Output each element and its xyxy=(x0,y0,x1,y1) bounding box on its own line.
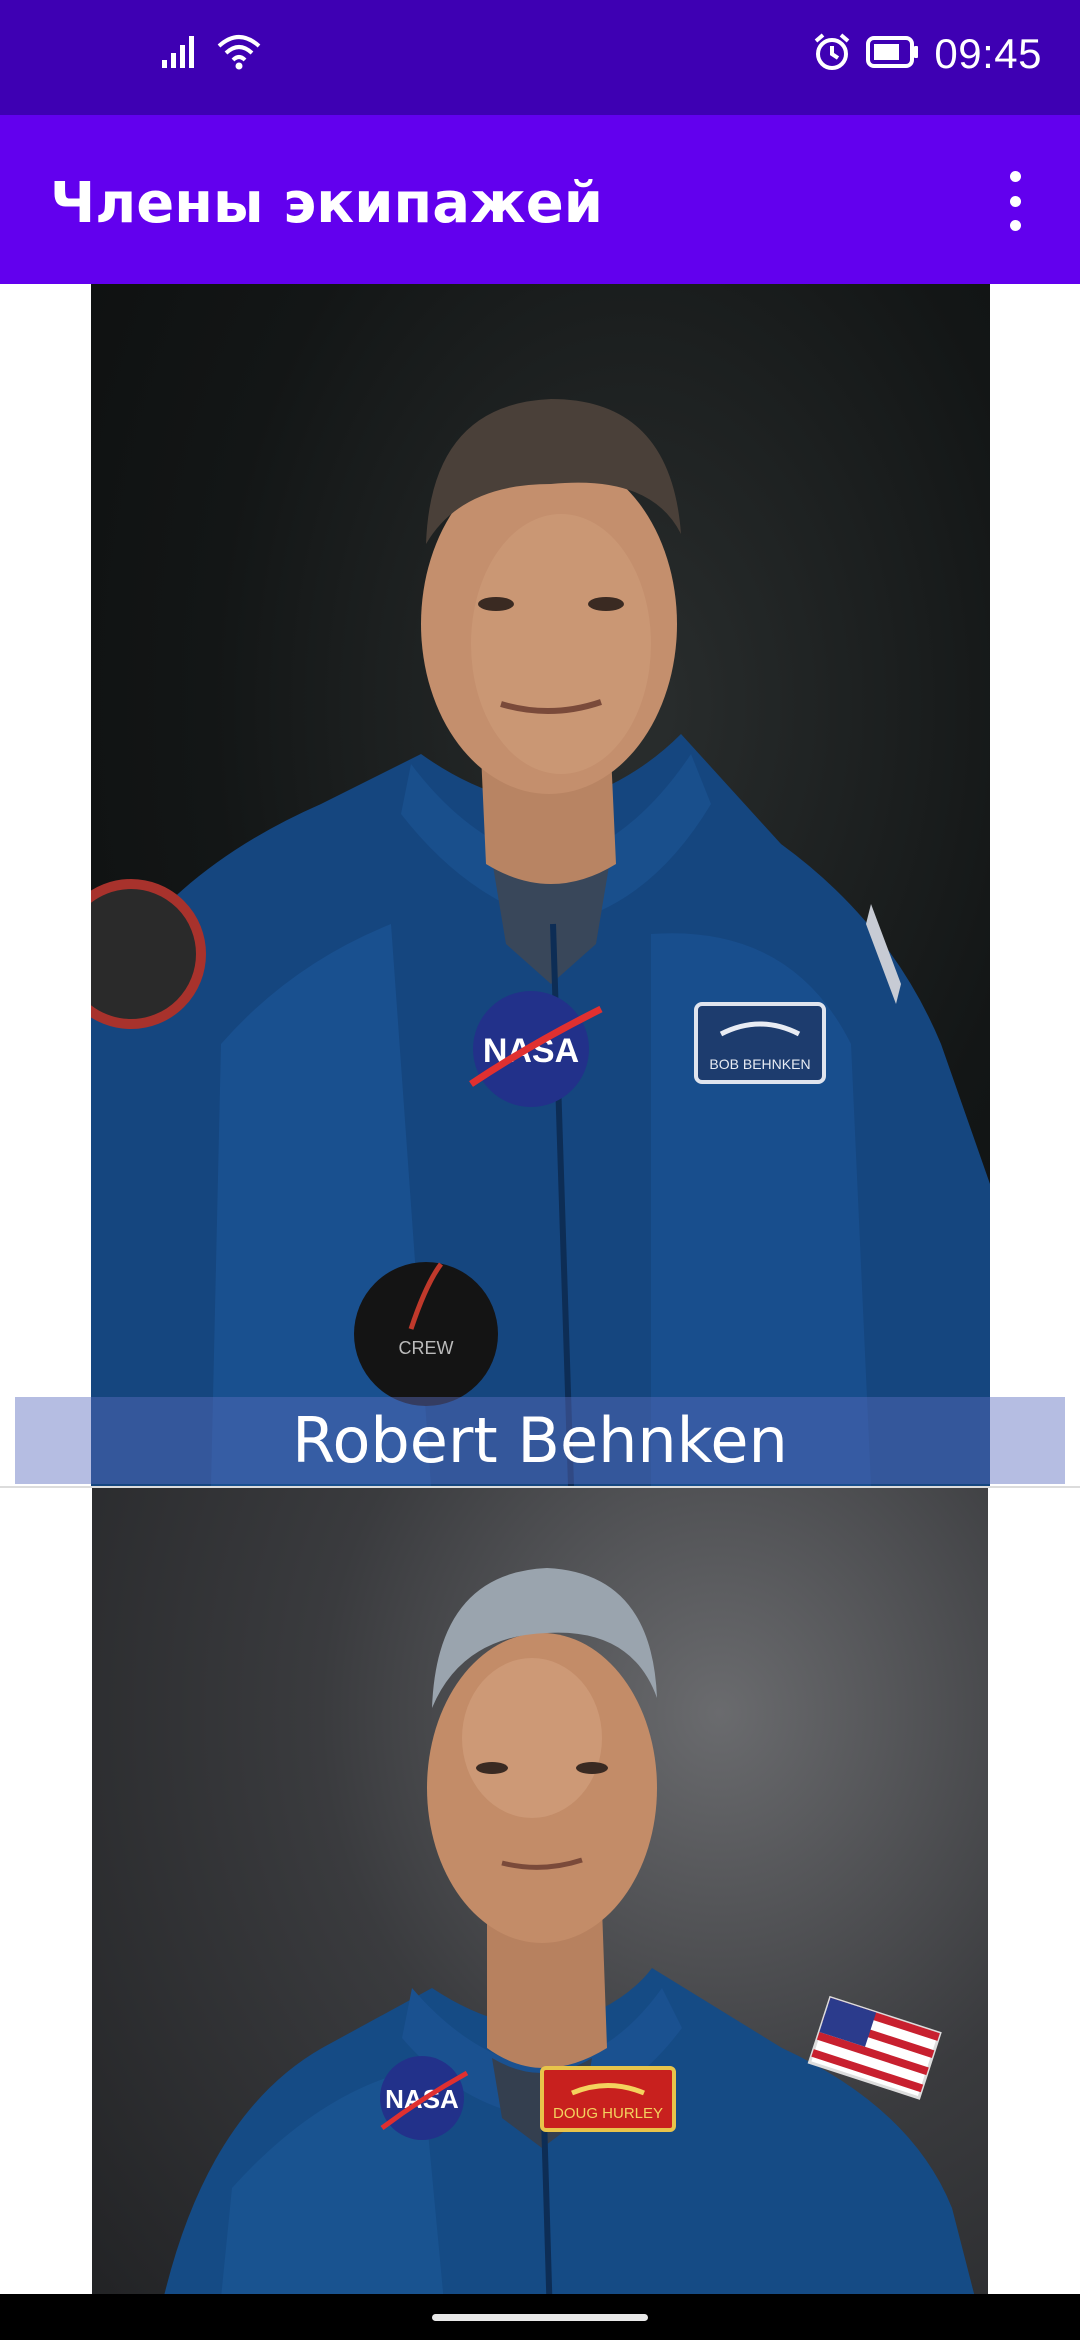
more-vert-icon[interactable] xyxy=(990,171,1040,231)
crew-list[interactable]: NASA BOB BEHNKEN CREW Robert Behnken NAS… xyxy=(0,284,1080,2294)
svg-text:DOUG HURLEY: DOUG HURLEY xyxy=(553,2105,663,2122)
crew-name-banner: Robert Behnken xyxy=(15,1397,1065,1484)
battery-icon xyxy=(866,35,920,74)
home-handle[interactable] xyxy=(432,2314,648,2321)
status-bar: 09:45 xyxy=(0,0,1080,115)
alarm-icon xyxy=(812,32,852,77)
crew-card[interactable]: NASA BOB BEHNKEN CREW Robert Behnken xyxy=(0,284,1080,1486)
crew-name: Robert Behnken xyxy=(292,1404,788,1477)
status-left xyxy=(160,34,262,75)
name-tag-icon: DOUG HURLEY xyxy=(540,2066,676,2132)
svg-text:BOB BEHNKEN: BOB BEHNKEN xyxy=(709,1056,810,1072)
status-time: 09:45 xyxy=(934,30,1042,77)
astronaut-illustration: NASA BOB BEHNKEN CREW xyxy=(91,399,990,1486)
app-bar: Члены экипажей xyxy=(0,115,1080,284)
commercial-crew-patch-icon: CREW xyxy=(354,1262,498,1406)
status-right: 09:45 xyxy=(812,30,1042,78)
name-tag-icon: BOB BEHNKEN xyxy=(694,1002,826,1084)
page-title: Члены экипажей xyxy=(50,171,603,236)
navigation-bar xyxy=(0,2294,1080,2340)
crew-card[interactable]: NASA DOUG HURLEY xyxy=(0,1488,1080,2294)
crew-photo: NASA DOUG HURLEY xyxy=(92,1488,988,2294)
astronaut-illustration: NASA DOUG HURLEY xyxy=(164,1568,975,2294)
wifi-icon xyxy=(216,34,262,75)
signal-icon xyxy=(160,34,200,75)
svg-text:CREW: CREW xyxy=(399,1338,454,1358)
crew-photo: NASA BOB BEHNKEN CREW xyxy=(91,284,990,1486)
